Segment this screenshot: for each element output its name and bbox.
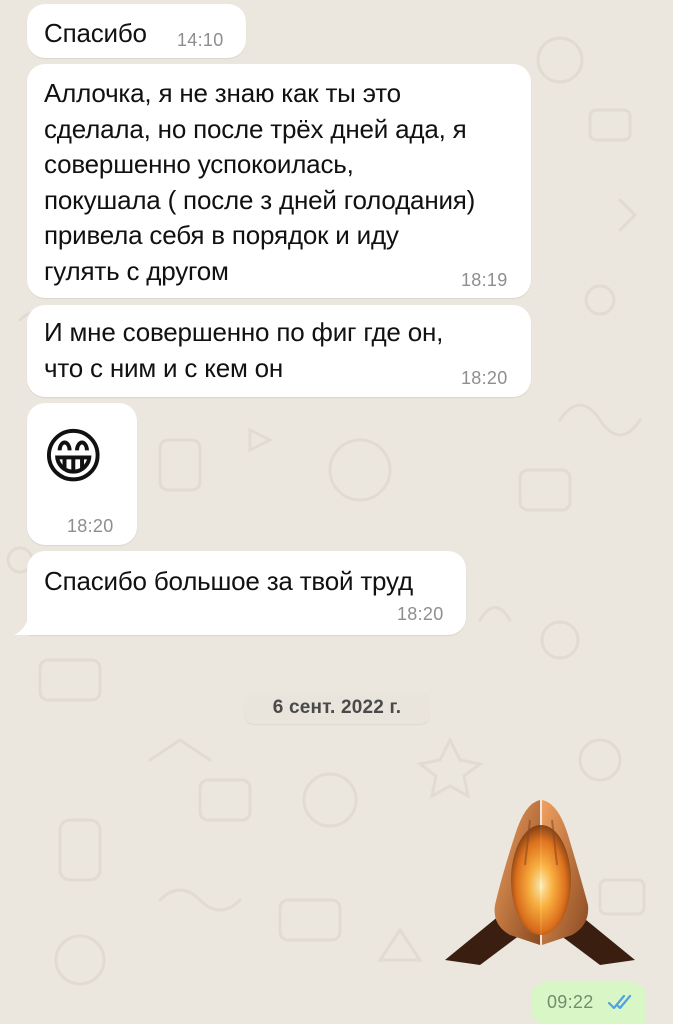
- grinning-face-emoji: 😁: [42, 423, 105, 490]
- praying-hands-sticker[interactable]: [440, 795, 640, 965]
- bubble-tail-icon: [14, 612, 36, 635]
- outgoing-message-status[interactable]: 09:22: [531, 982, 646, 1024]
- incoming-emoji-message[interactable]: 😁 18:20: [27, 403, 137, 545]
- message-text: Аллочка, я не знаю как ты это сделала, н…: [44, 78, 476, 286]
- incoming-message[interactable]: И мне совершенно по фиг где он, что с ни…: [27, 305, 531, 397]
- message-time: 18:20: [461, 368, 508, 388]
- message-time: 09:22: [547, 992, 594, 1012]
- message-time: 18:20: [397, 604, 444, 624]
- message-time: 18:20: [67, 516, 114, 536]
- chat-message-list[interactable]: Спасибо 14:10 Аллочка, я не знаю как ты …: [0, 0, 673, 1024]
- message-time: 14:10: [177, 30, 224, 50]
- message-text: И мне совершенно по фиг где он, что с ни…: [44, 317, 444, 383]
- message-text: Спасибо большое за твой труд: [44, 566, 413, 596]
- message-time: 18:19: [461, 270, 508, 290]
- double-check-icon: [607, 994, 632, 1010]
- date-separator: 6 сент. 2022 г.: [244, 692, 430, 724]
- incoming-message[interactable]: Аллочка, я не знаю как ты это сделала, н…: [27, 64, 531, 298]
- incoming-message[interactable]: Спасибо большое за твой труд 18:20: [27, 551, 466, 635]
- incoming-message[interactable]: Спасибо 14:10: [27, 4, 246, 58]
